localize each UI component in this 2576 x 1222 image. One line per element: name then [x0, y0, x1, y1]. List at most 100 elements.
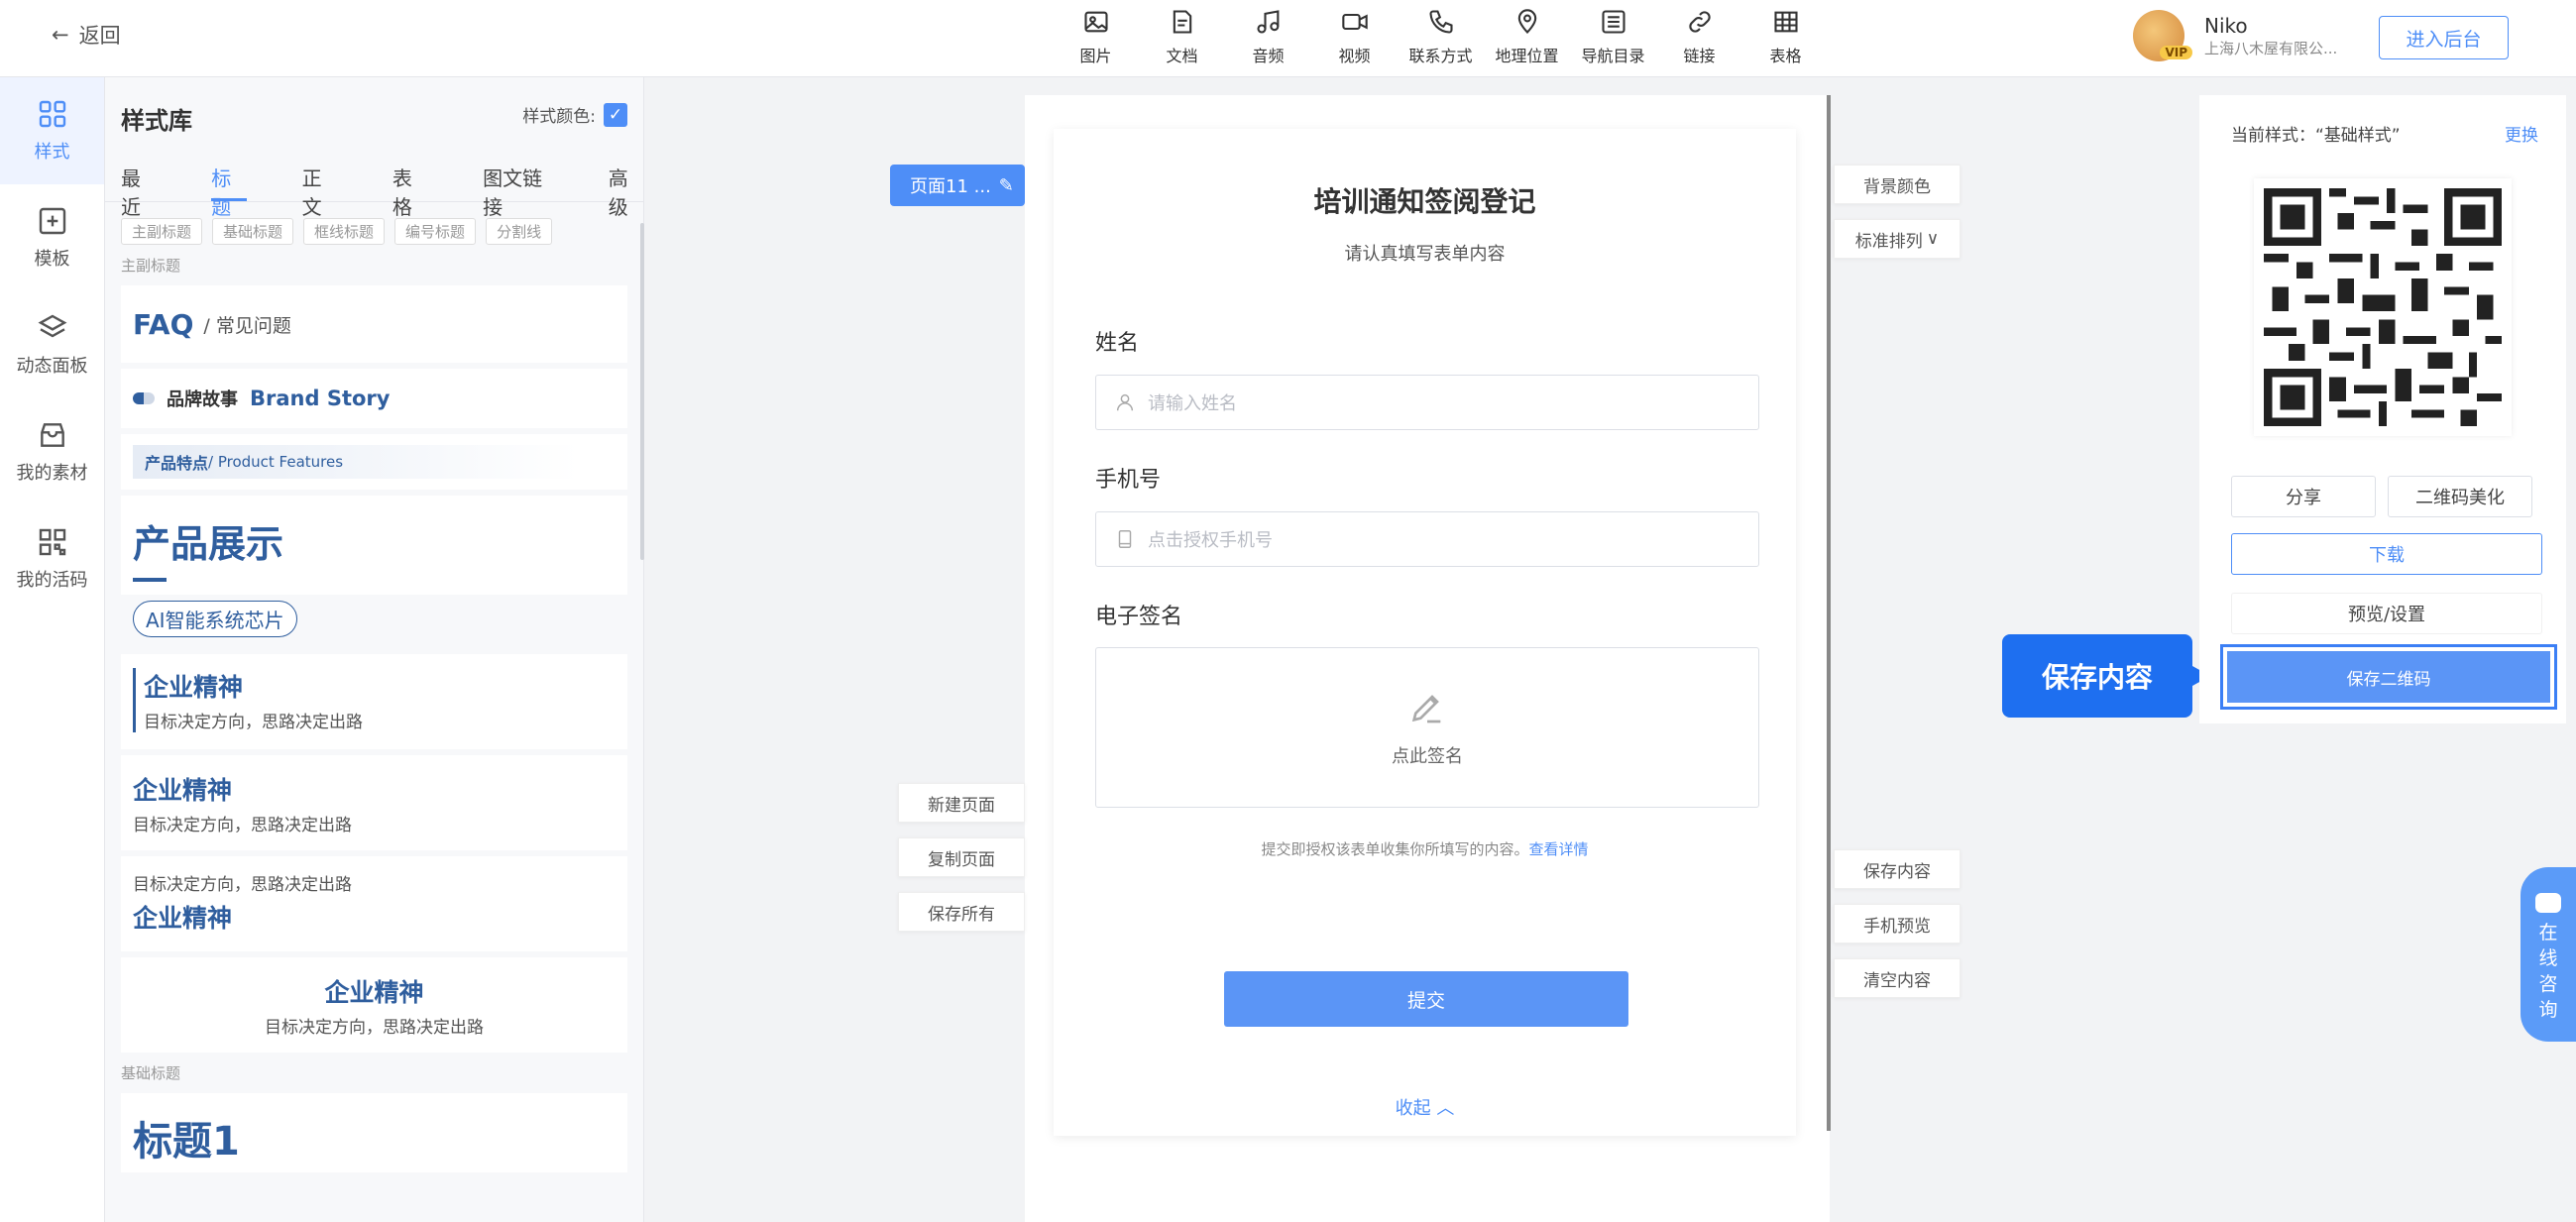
tool-nav[interactable]: 导航目录 [1570, 8, 1656, 66]
qr-panel: 当前样式：“基础样式” 更换 分享 二维码美化 下载 预览/设置 [2199, 95, 2566, 723]
tool-location[interactable]: 地理位置 [1484, 8, 1570, 66]
clear-content-button[interactable]: 清空内容 [1834, 958, 1960, 998]
chip-basic[interactable]: 基础标题 [212, 218, 294, 245]
tool-label: 视频 [1338, 47, 1371, 65]
tab-advanced[interactable]: 高级 [609, 157, 643, 219]
phone-label: 手机号 [1095, 468, 1162, 493]
style-card-spirit-plain[interactable]: 企业精神 目标决定方向，思路决定出路 [121, 755, 627, 850]
change-style-link[interactable]: 更换 [2505, 121, 2538, 146]
chip-numbered[interactable]: 编号标题 [394, 218, 477, 245]
share-button[interactable]: 分享 [2231, 476, 2376, 517]
tab-recent[interactable]: 最近 [121, 157, 156, 219]
signature-label: 电子签名 [1095, 605, 1183, 629]
spirit-sub: 目标决定方向，思路决定出路 [265, 1018, 484, 1038]
user-icon [1116, 393, 1134, 411]
heading-filter-chips: 主副标题 基础标题 框线标题 编号标题 分割线 [105, 202, 643, 251]
chevron-up-icon: ︿ [1430, 1098, 1455, 1119]
chip-framed[interactable]: 框线标题 [303, 218, 386, 245]
style-card-spirit-reversed[interactable]: 目标决定方向，思路决定出路 企业精神 [121, 856, 627, 951]
chip-divider[interactable]: 分割线 [486, 218, 553, 245]
brand-cn: 品牌故事 [167, 389, 238, 410]
signature-pad[interactable]: 点此签名 [1095, 647, 1759, 808]
tab-image-text-link[interactable]: 图文链接 [483, 157, 553, 219]
tool-label: 联系方式 [1408, 47, 1473, 65]
faq-sub: / 常见问题 [203, 314, 291, 337]
style-card-faq[interactable]: FAQ / 常见问题 [121, 285, 627, 363]
back-button[interactable]: ← 返回 [52, 20, 121, 50]
new-page-button[interactable]: 新建页面 [898, 783, 1025, 823]
style-card-spirit-bar[interactable]: 企业精神 目标决定方向，思路决定出路 [121, 654, 627, 749]
page-tab[interactable]: 页面11 ... ✎ [890, 165, 1025, 206]
spirit-title: 企业精神 [133, 904, 233, 933]
tool-label: 文档 [1166, 47, 1198, 65]
tool-contact[interactable]: 联系方式 [1398, 8, 1484, 66]
chip-main-sub[interactable]: 主副标题 [121, 218, 203, 245]
submit-button[interactable]: 提交 [1224, 971, 1628, 1027]
tool-audio[interactable]: 音频 [1225, 8, 1311, 66]
collapse-toggle[interactable]: 收起 ︿ [1054, 1094, 1796, 1120]
spirit-sub: 目标决定方向，思路决定出路 [133, 875, 352, 895]
tool-label: 地理位置 [1495, 47, 1559, 65]
library-scrollbar[interactable] [640, 223, 644, 560]
phone-input[interactable]: 点击授权手机号 [1095, 511, 1759, 567]
library-title: 样式库 [121, 107, 192, 135]
tab-table[interactable]: 表格 [392, 157, 427, 219]
tab-heading[interactable]: 标题 [211, 157, 247, 219]
image-icon [1083, 11, 1108, 33]
view-details-link[interactable]: 查看详情 [1529, 840, 1589, 858]
pen-icon [1411, 695, 1441, 723]
avatar[interactable]: VIP [2133, 10, 2192, 61]
style-color-label: 样式颜色: [522, 107, 596, 127]
edit-icon[interactable]: ✎ [999, 175, 1014, 196]
preview-settings-button[interactable]: 预览/设置 [2231, 593, 2542, 634]
online-consult-button[interactable]: 在 线 咨 询 [2520, 867, 2576, 1042]
top-bar: ← 返回 图片 文档 音频 视频 联系方式 地理位置 导航目录 链接 表格 VI… [0, 0, 2576, 77]
chat-bubble-icon [2535, 893, 2561, 913]
tool-image[interactable]: 图片 [1053, 8, 1139, 66]
phone-placeholder: 点击授权手机号 [1148, 530, 1273, 551]
tool-table[interactable]: 表格 [1742, 8, 1829, 66]
style-card-brand-story[interactable]: 品牌故事 Brand Story [121, 369, 627, 428]
spirit-title: 企业精神 [133, 776, 233, 805]
tab-body[interactable]: 正文 [302, 157, 337, 219]
spirit-sub: 目标决定方向，思路决定出路 [133, 816, 352, 835]
left-rail: 样式 模板 动态面板 我的素材 我的活码 [0, 77, 105, 1222]
mobile-preview-button[interactable]: 手机预览 [1834, 904, 1960, 944]
name-input[interactable]: 请输入姓名 [1095, 375, 1759, 430]
spirit-title: 企业精神 [144, 673, 244, 702]
list-icon [1601, 10, 1625, 34]
save-all-button[interactable]: 保存所有 [898, 892, 1025, 932]
tool-video[interactable]: 视频 [1311, 8, 1398, 66]
copy-page-button[interactable]: 复制页面 [898, 837, 1025, 877]
location-icon [1517, 9, 1536, 34]
basic-title: 标题1 [133, 1119, 240, 1165]
consult-char: 询 [2538, 999, 2558, 1021]
rail-item-dynamic-panel[interactable]: 动态面板 [0, 291, 104, 398]
showcase-underline [133, 578, 167, 582]
tool-document[interactable]: 文档 [1139, 8, 1225, 66]
library-tabs: 最近 标题 正文 表格 图文链接 高级 [105, 157, 643, 219]
chevron-down-icon: ∨ [1926, 229, 1940, 249]
canvas-scrollbar[interactable] [1827, 95, 1831, 1131]
qr-beautify-button[interactable]: 二维码美化 [2388, 476, 2532, 517]
enter-backend-button[interactable]: 进入后台 [2379, 16, 2509, 59]
rail-item-materials[interactable]: 我的素材 [0, 398, 104, 505]
tool-link[interactable]: 链接 [1656, 8, 1742, 66]
style-card-basic-title[interactable]: 标题1 [121, 1093, 627, 1172]
mobile-icon [1118, 530, 1132, 548]
style-card-product-showcase[interactable]: 产品展示 [121, 496, 627, 595]
style-card-product-features[interactable]: 产品特点 / Product Features [121, 434, 627, 490]
background-color-button[interactable]: 背景颜色 [1834, 165, 1960, 204]
rail-item-live-codes[interactable]: 我的活码 [0, 505, 104, 612]
style-card-chip-title[interactable]: AI智能系统芯片 [121, 601, 627, 648]
rail-item-template[interactable]: 模板 [0, 184, 104, 291]
download-button[interactable]: 下载 [2231, 533, 2542, 575]
standard-layout-dropdown[interactable]: 标准排列 ∨ [1834, 219, 1960, 259]
rail-item-style[interactable]: 样式 [0, 77, 104, 184]
save-qr-button[interactable]: 保存二维码 [2227, 651, 2550, 703]
user-profile[interactable]: VIP Niko 上海八木屋有限公... [2133, 10, 2353, 61]
save-content-button[interactable]: 保存内容 [1834, 849, 1960, 889]
style-card-spirit-centered[interactable]: 企业精神 目标决定方向，思路决定出路 [121, 957, 627, 1053]
video-icon [1341, 13, 1368, 31]
style-color-checkbox[interactable]: ✓ [604, 102, 627, 127]
